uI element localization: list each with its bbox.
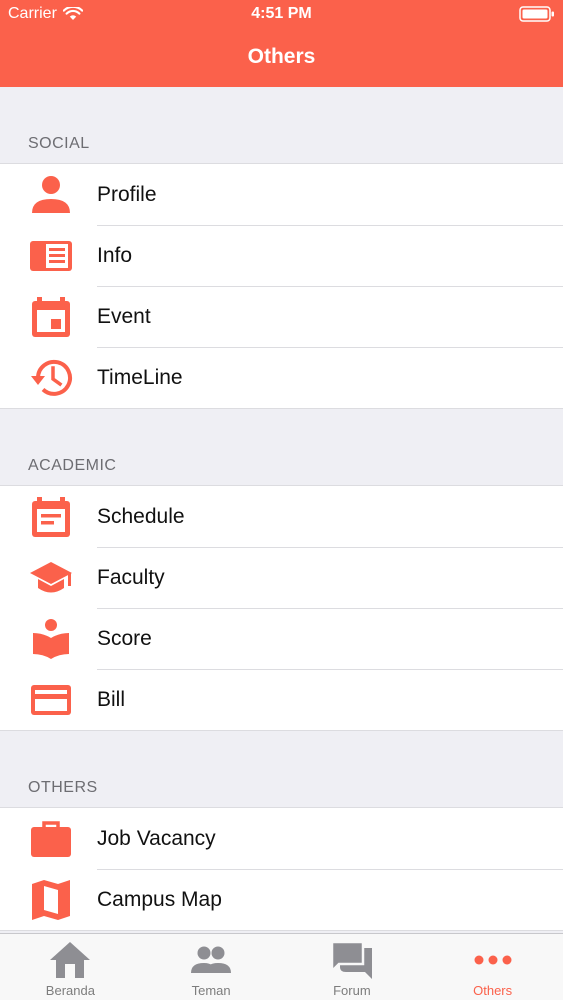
section-header-others: OTHERS <box>0 731 563 807</box>
section-title: OTHERS <box>28 779 98 796</box>
tab-bar: Beranda Teman Forum Others <box>0 933 563 1000</box>
menu-item-timeline[interactable]: TimeLine <box>0 347 563 408</box>
menu-item-schedule[interactable]: Schedule <box>0 486 563 547</box>
section-list-others: Job Vacancy Campus Map <box>0 807 563 931</box>
briefcase-icon <box>28 816 74 862</box>
menu-item-score[interactable]: Score <box>0 608 563 669</box>
tab-label: Others <box>473 983 513 998</box>
menu-item-campus-map[interactable]: Campus Map <box>0 869 563 930</box>
menu-item-label: Profile <box>97 182 157 206</box>
menu-item-job-vacancy[interactable]: Job Vacancy <box>0 808 563 869</box>
tab-others[interactable]: Others <box>422 934 563 1000</box>
tab-label: Teman <box>191 983 231 998</box>
menu-item-label: Faculty <box>97 565 165 589</box>
menu-item-label: Score <box>97 626 152 650</box>
tab-label: Beranda <box>45 983 95 998</box>
menu-item-label: Event <box>97 304 151 328</box>
tab-label: Forum <box>333 983 371 998</box>
menu-item-event[interactable]: Event <box>0 286 563 347</box>
status-time: 4:51 PM <box>251 5 312 22</box>
tab-teman[interactable]: Teman <box>141 934 282 1000</box>
menu-item-faculty[interactable]: Faculty <box>0 547 563 608</box>
section-header-academic: ACADEMIC <box>0 409 563 485</box>
section-title: ACADEMIC <box>28 457 117 474</box>
more-icon <box>474 955 512 965</box>
calendar-event-icon <box>28 294 74 340</box>
credit-card-icon <box>28 677 74 723</box>
menu-item-label: Campus Map <box>97 887 222 911</box>
section-list-social: Profile Info Event TimeLine <box>0 163 563 409</box>
menu-item-profile[interactable]: Profile <box>0 164 563 225</box>
nav-header: Carrier 4:51 PM Others <box>0 0 563 87</box>
menu-item-label: Info <box>97 243 133 267</box>
status-bar: Carrier 4:51 PM <box>0 0 563 30</box>
people-icon <box>191 946 232 973</box>
map-icon <box>28 877 74 923</box>
menu-item-info[interactable]: Info <box>0 225 563 286</box>
battery-icon <box>519 6 554 22</box>
page-title: Others <box>247 45 316 68</box>
graduation-cap-icon <box>28 555 74 601</box>
menu-item-label: Bill <box>97 687 126 711</box>
settings-list[interactable]: SOCIAL Profile Info Event TimeLine ACADE… <box>0 87 563 933</box>
schedule-icon <box>28 494 74 540</box>
tab-beranda[interactable]: Beranda <box>0 934 141 1000</box>
history-icon <box>28 355 74 401</box>
section-title: SOCIAL <box>28 135 90 152</box>
tab-forum[interactable]: Forum <box>282 934 423 1000</box>
home-icon <box>50 942 91 978</box>
person-icon <box>28 172 74 218</box>
forum-icon <box>330 940 372 979</box>
section-header-social: SOCIAL <box>0 87 563 163</box>
menu-item-label: Schedule <box>97 504 185 528</box>
menu-item-bill[interactable]: Bill <box>0 669 563 730</box>
section-list-academic: Schedule Faculty Score Bill <box>0 485 563 731</box>
reading-icon <box>28 616 74 662</box>
menu-item-label: Job Vacancy <box>97 826 216 850</box>
info-icon <box>28 233 74 279</box>
menu-item-label: TimeLine <box>97 365 183 389</box>
